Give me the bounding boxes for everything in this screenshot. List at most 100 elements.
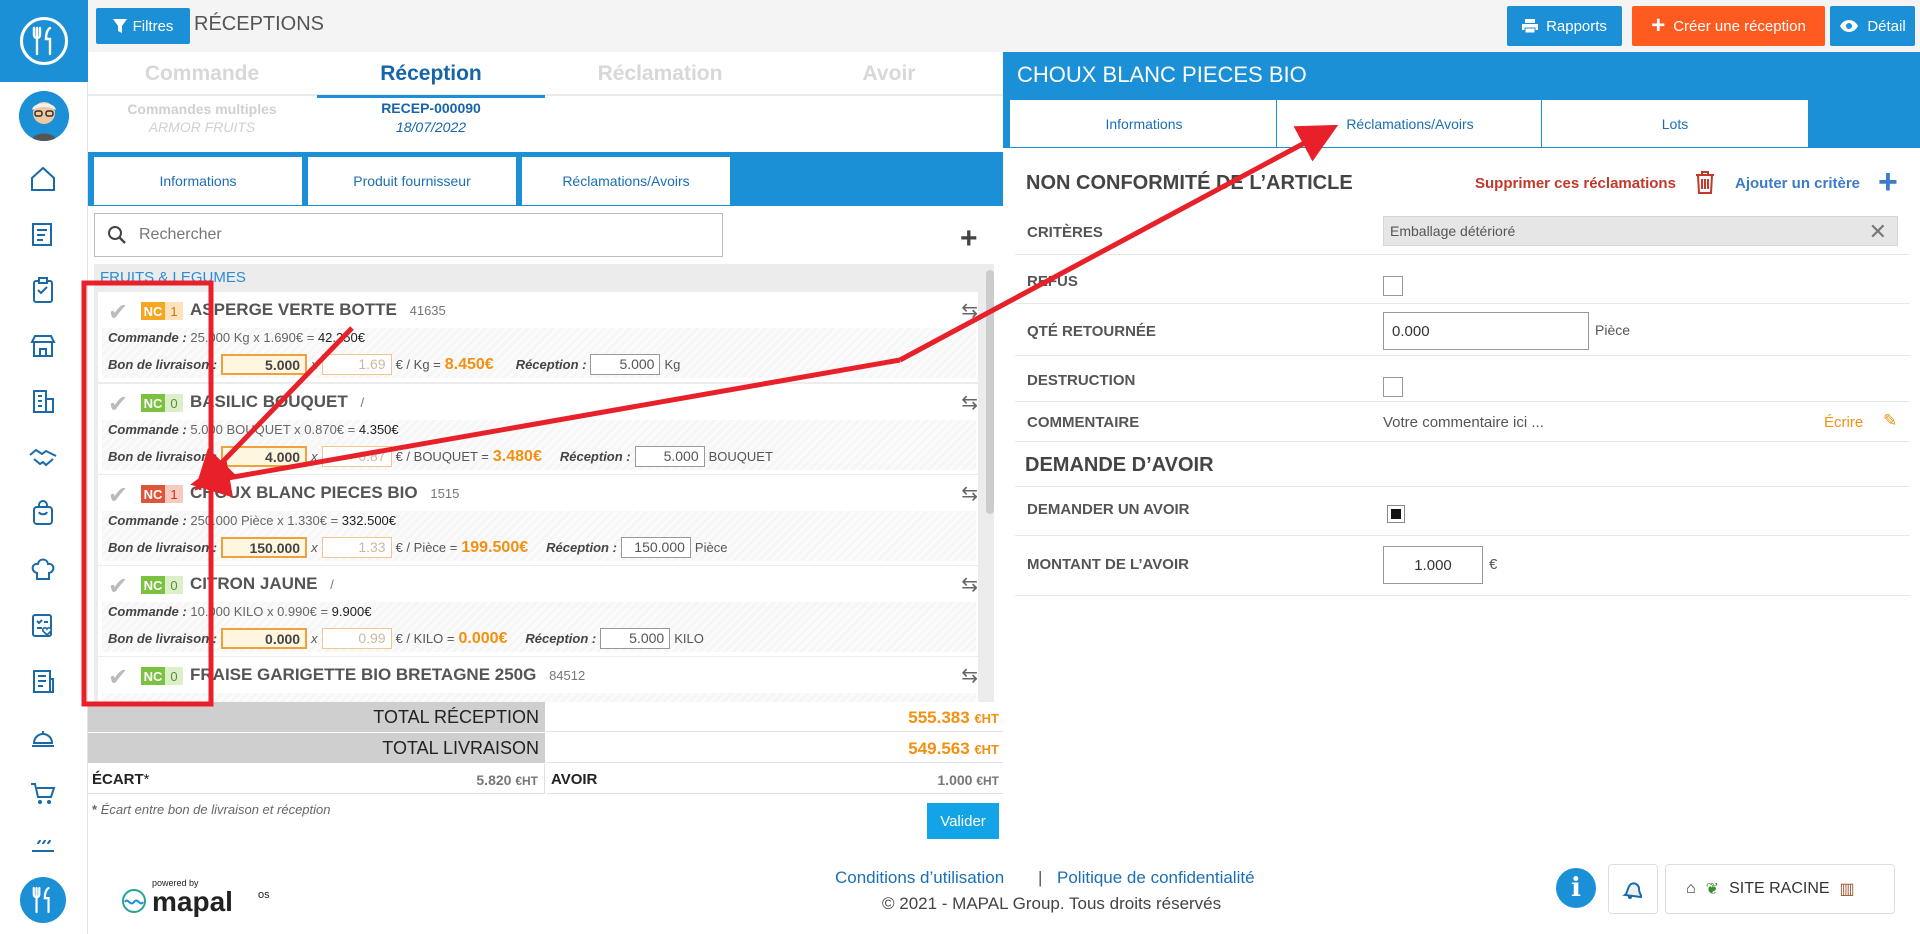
site-name: SITE RACINE xyxy=(1729,880,1830,897)
info-icon[interactable]: i xyxy=(1556,868,1596,908)
reception-qty-input[interactable]: 5.000 xyxy=(600,628,671,649)
filters-button[interactable]: Filtres xyxy=(96,8,190,44)
check-icon[interactable]: ✔ xyxy=(108,663,128,692)
product-detail-title: CHOUX BLANC PIECES BIO xyxy=(1017,62,1307,87)
reception-qty-input[interactable]: 5.000 xyxy=(634,446,705,467)
validate-button[interactable]: Valider xyxy=(927,803,999,839)
handshake-icon[interactable] xyxy=(27,441,59,473)
mapal-icon[interactable] xyxy=(20,877,66,923)
commande-supplier: ARMOR FRUITS xyxy=(148,119,256,135)
cooking-pot-icon[interactable] xyxy=(27,833,59,865)
search-icon xyxy=(108,226,126,244)
destruction-checkbox[interactable] xyxy=(1383,377,1403,397)
delivery-price-input[interactable]: 1.33 xyxy=(321,537,392,558)
swap-icon[interactable]: ⇆ xyxy=(961,390,978,415)
trash-icon[interactable] xyxy=(1694,170,1716,199)
home-icon[interactable] xyxy=(27,163,59,195)
step-reception[interactable]: Réception xyxy=(317,62,545,98)
copyright: © 2021 - MAPAL Group. Tous droits réserv… xyxy=(882,894,1222,913)
delivery-qty-input[interactable]: 0.000 xyxy=(221,628,308,649)
pencil-icon[interactable]: ✎ xyxy=(1883,411,1897,431)
site-selector[interactable]: ⌂ ❦ SITE RACINE ▥ xyxy=(1665,864,1895,914)
footer-separator: | xyxy=(1038,868,1043,887)
comment-placeholder[interactable]: Votre commentaire ici ... xyxy=(1383,414,1544,431)
swap-icon[interactable]: ⇆ xyxy=(961,481,978,506)
nc-badge: NC 1 xyxy=(141,302,183,320)
document-list-icon[interactable] xyxy=(27,665,59,697)
add-criterion-plus-icon[interactable]: + xyxy=(1878,163,1898,202)
tab-informations[interactable]: Informations xyxy=(93,156,303,206)
tab-reclamations-avoirs[interactable]: Réclamations/Avoirs xyxy=(521,156,731,206)
product-detail-header: CHOUX BLANC PIECES BIO Informations Récl… xyxy=(1003,52,1920,148)
add-product-icon[interactable]: + xyxy=(960,222,978,256)
criteria-row: CRITÈRES Emballage détérioré ✕ xyxy=(1015,210,1910,255)
tab-product-lots[interactable]: Lots xyxy=(1541,99,1809,148)
check-icon[interactable]: ✔ xyxy=(108,572,128,601)
step-avoir[interactable]: Avoir xyxy=(775,62,1003,98)
delete-claims-link[interactable]: Supprimer ces réclamations xyxy=(1475,175,1676,192)
chef-hat-icon[interactable] xyxy=(27,553,59,585)
delivery-qty-input[interactable]: 5.000 xyxy=(221,354,308,375)
request-avoir-checkbox[interactable] xyxy=(1387,505,1405,523)
check-icon[interactable]: ✔ xyxy=(108,481,128,510)
bag-icon[interactable] xyxy=(27,497,59,529)
avoir-row: AVOIR 1.000 €HT xyxy=(547,764,1003,794)
returned-qty-input[interactable]: 0.000 xyxy=(1383,312,1589,350)
list-item: ✔ NC 0 BASILIC BOUQUET / ⇆ Commande : 5.0… xyxy=(98,384,978,474)
swap-icon[interactable]: ⇆ xyxy=(961,572,978,597)
add-criterion-link[interactable]: Ajouter un critère xyxy=(1735,175,1860,192)
detail-button[interactable]: Détail xyxy=(1830,6,1915,46)
write-link[interactable]: Écrire xyxy=(1824,414,1863,431)
avatar[interactable] xyxy=(19,91,69,141)
building-icon[interactable] xyxy=(27,385,59,417)
check-icon[interactable]: ✔ xyxy=(108,298,128,327)
delivery-price-input[interactable]: 0.99 xyxy=(321,628,392,649)
list-scrollbar[interactable] xyxy=(986,270,994,514)
store-icon[interactable] xyxy=(27,330,59,362)
filters-label: Filtres xyxy=(132,17,174,35)
reports-button[interactable]: Rapports xyxy=(1507,6,1622,46)
delivery-price-input[interactable]: 0.87 xyxy=(321,446,392,467)
avoir-amount-input[interactable]: 1.000 xyxy=(1383,546,1483,584)
search-input[interactable]: Rechercher xyxy=(94,213,723,257)
sidebar xyxy=(0,0,88,934)
product-name: BASILIC BOUQUET / xyxy=(190,392,365,411)
delivery-qty-input[interactable]: 4.000 xyxy=(221,446,308,467)
search-placeholder: Rechercher xyxy=(139,226,222,243)
tab-produit-fournisseur[interactable]: Produit fournisseur xyxy=(307,156,517,206)
total-reception-value: 555.383 €HT xyxy=(547,702,1003,732)
ecart-note: * Écart entre bon de livraison et récept… xyxy=(92,802,331,817)
clipboard-icon[interactable] xyxy=(27,274,59,306)
notepad-icon[interactable] xyxy=(27,218,59,250)
page: Filtres RÉCEPTIONS Rapports + Créer une … xyxy=(0,0,1920,934)
swap-icon[interactable]: ⇆ xyxy=(961,298,978,323)
tab-product-informations[interactable]: Informations xyxy=(1009,99,1279,148)
reception-number: RECEP-000090 xyxy=(381,100,481,116)
reports-label: Rapports xyxy=(1546,17,1607,35)
total-reception-label-cell: TOTAL RÉCEPTION xyxy=(88,702,545,732)
bell-button[interactable] xyxy=(1608,864,1658,914)
step-commande[interactable]: Commande xyxy=(88,62,316,98)
tab-product-reclamations[interactable]: Réclamations/Avoirs xyxy=(1276,99,1544,148)
privacy-link[interactable]: Politique de confidentialité xyxy=(1057,868,1255,888)
delivery-price-input[interactable]: 1.69 xyxy=(321,354,392,375)
terms-link[interactable]: Conditions d’utilisation xyxy=(835,868,1004,888)
cart-icon[interactable] xyxy=(27,777,59,809)
home-small-icon: ⌂ xyxy=(1686,880,1696,897)
reception-qty-input[interactable]: 5.000 xyxy=(590,354,661,375)
create-reception-button[interactable]: + Créer une réception xyxy=(1632,6,1825,46)
category-label: FRUITS & LEGUMES xyxy=(100,269,246,286)
service-bell-icon[interactable] xyxy=(27,721,59,753)
app-logo[interactable] xyxy=(0,0,88,82)
remove-criterion-icon[interactable]: ✕ xyxy=(1869,219,1887,245)
ecart-row: ÉCART* 5.820 €HT xyxy=(88,764,545,794)
refus-checkbox[interactable] xyxy=(1383,276,1403,296)
step-reclamation[interactable]: Réclamation xyxy=(546,62,774,98)
left-tabs: Informations Produit fournisseur Réclama… xyxy=(88,152,1003,206)
delivery-qty-input[interactable]: 150.000 xyxy=(221,537,308,558)
check-icon[interactable]: ✔ xyxy=(108,390,128,419)
checklist-heart-icon[interactable] xyxy=(27,609,59,641)
swap-icon[interactable]: ⇆ xyxy=(961,663,978,688)
nc-badge: NC 1 xyxy=(141,485,183,503)
reception-qty-input[interactable]: 150.000 xyxy=(620,537,691,558)
